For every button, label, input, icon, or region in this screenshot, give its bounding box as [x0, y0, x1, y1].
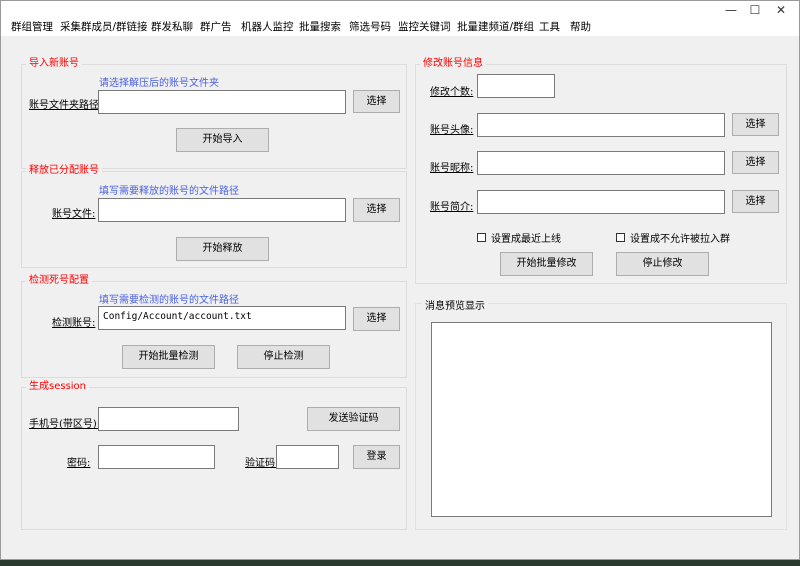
import-select-button[interactable]: 选择: [353, 90, 400, 113]
session-title: 生成session: [26, 381, 90, 393]
bio-select-button[interactable]: 选择: [732, 190, 779, 213]
bio-input[interactable]: [477, 190, 725, 214]
close-button[interactable]: ✕: [769, 2, 793, 18]
disallow-invite-label: 设置成不允许被拉入群: [630, 234, 730, 245]
password-input[interactable]: [98, 445, 215, 469]
start-release-button[interactable]: 开始释放: [176, 237, 269, 261]
check-account-label: 检测账号:: [52, 318, 96, 329]
menu-bar: 群组管理 采集群成员/群链接 群发私聊 群广告 机器人监控 批量搜索 筛选号码 …: [1, 19, 799, 36]
account-folder-path-label: 账号文件夹路径:: [29, 100, 103, 111]
menu-item-bulk-search[interactable]: 批量搜索: [299, 20, 341, 35]
avatar-label: 账号头像:: [430, 125, 474, 136]
menu-item-group-ads[interactable]: 群广告: [200, 20, 232, 35]
title-bar: — ☐ ✕: [1, 1, 799, 19]
stop-modify-button[interactable]: 停止修改: [616, 252, 709, 276]
menu-item-filter-numbers[interactable]: 筛选号码: [349, 20, 391, 35]
checkbox-icon: [477, 233, 486, 242]
check-dead-title: 检测死号配置: [26, 275, 92, 287]
check-account-input[interactable]: Config/Account/account.txt: [98, 306, 346, 330]
check-select-button[interactable]: 选择: [353, 307, 400, 331]
verification-code-input[interactable]: [276, 445, 339, 469]
release-account-title: 释放已分配账号: [26, 165, 102, 177]
menu-item-collect-members[interactable]: 采集群成员/群链接: [60, 20, 148, 35]
menu-item-bot-monitor[interactable]: 机器人监控: [241, 20, 294, 35]
nickname-label: 账号昵称:: [430, 163, 474, 174]
menu-item-group-management[interactable]: 群组管理: [11, 20, 53, 35]
account-file-label: 账号文件:: [52, 209, 96, 220]
app-window: — ☐ ✕ 群组管理 采集群成员/群链接 群发私聊 群广告 机器人监控 批量搜索…: [0, 0, 800, 560]
start-bulk-check-button[interactable]: 开始批量检测: [122, 345, 215, 369]
message-preview-area[interactable]: [431, 322, 772, 517]
send-code-button[interactable]: 发送验证码: [307, 407, 400, 431]
release-select-button[interactable]: 选择: [353, 198, 400, 222]
minimize-button[interactable]: —: [719, 2, 743, 18]
import-account-hint: 请选择解压后的账号文件夹: [99, 78, 219, 89]
account-folder-path-input[interactable]: [98, 90, 346, 114]
bio-label: 账号简介:: [430, 202, 474, 213]
menu-item-help[interactable]: 帮助: [570, 20, 591, 35]
checkbox-icon: [616, 233, 625, 242]
nickname-select-button[interactable]: 选择: [732, 151, 779, 174]
start-bulk-modify-button[interactable]: 开始批量修改: [500, 252, 593, 276]
set-recently-online-checkbox[interactable]: 设置成最近上线: [477, 230, 561, 245]
login-button[interactable]: 登录: [353, 445, 400, 469]
modify-account-title: 修改账号信息: [420, 58, 486, 70]
password-label: 密码:: [67, 458, 91, 469]
preview-title: 消息预览显示: [422, 297, 488, 312]
verification-code-label: 验证码:: [245, 458, 279, 469]
nickname-input[interactable]: [477, 151, 725, 175]
check-dead-hint: 填写需要检测的账号的文件路径: [99, 295, 239, 306]
menu-item-tools[interactable]: 工具: [539, 20, 560, 35]
modify-count-input[interactable]: [477, 74, 555, 98]
stop-check-button[interactable]: 停止检测: [237, 345, 330, 369]
menu-item-bulk-create-channels[interactable]: 批量建频道/群组: [457, 20, 534, 35]
import-account-title: 导入新账号: [26, 58, 82, 70]
menu-item-bulk-private-message[interactable]: 群发私聊: [151, 20, 193, 35]
set-recently-online-label: 设置成最近上线: [491, 234, 561, 245]
start-import-button[interactable]: 开始导入: [176, 128, 269, 152]
modify-count-label: 修改个数:: [430, 87, 474, 98]
phone-label: 手机号(带区号):: [29, 419, 101, 430]
avatar-select-button[interactable]: 选择: [732, 113, 779, 136]
release-account-hint: 填写需要释放的账号的文件路径: [99, 186, 239, 197]
disallow-invite-checkbox[interactable]: 设置成不允许被拉入群: [616, 230, 730, 245]
phone-input[interactable]: [98, 407, 239, 431]
menu-item-monitor-keywords[interactable]: 监控关键词: [398, 20, 451, 35]
account-file-input[interactable]: [98, 198, 346, 222]
avatar-input[interactable]: [477, 113, 725, 137]
maximize-button[interactable]: ☐: [743, 2, 767, 18]
